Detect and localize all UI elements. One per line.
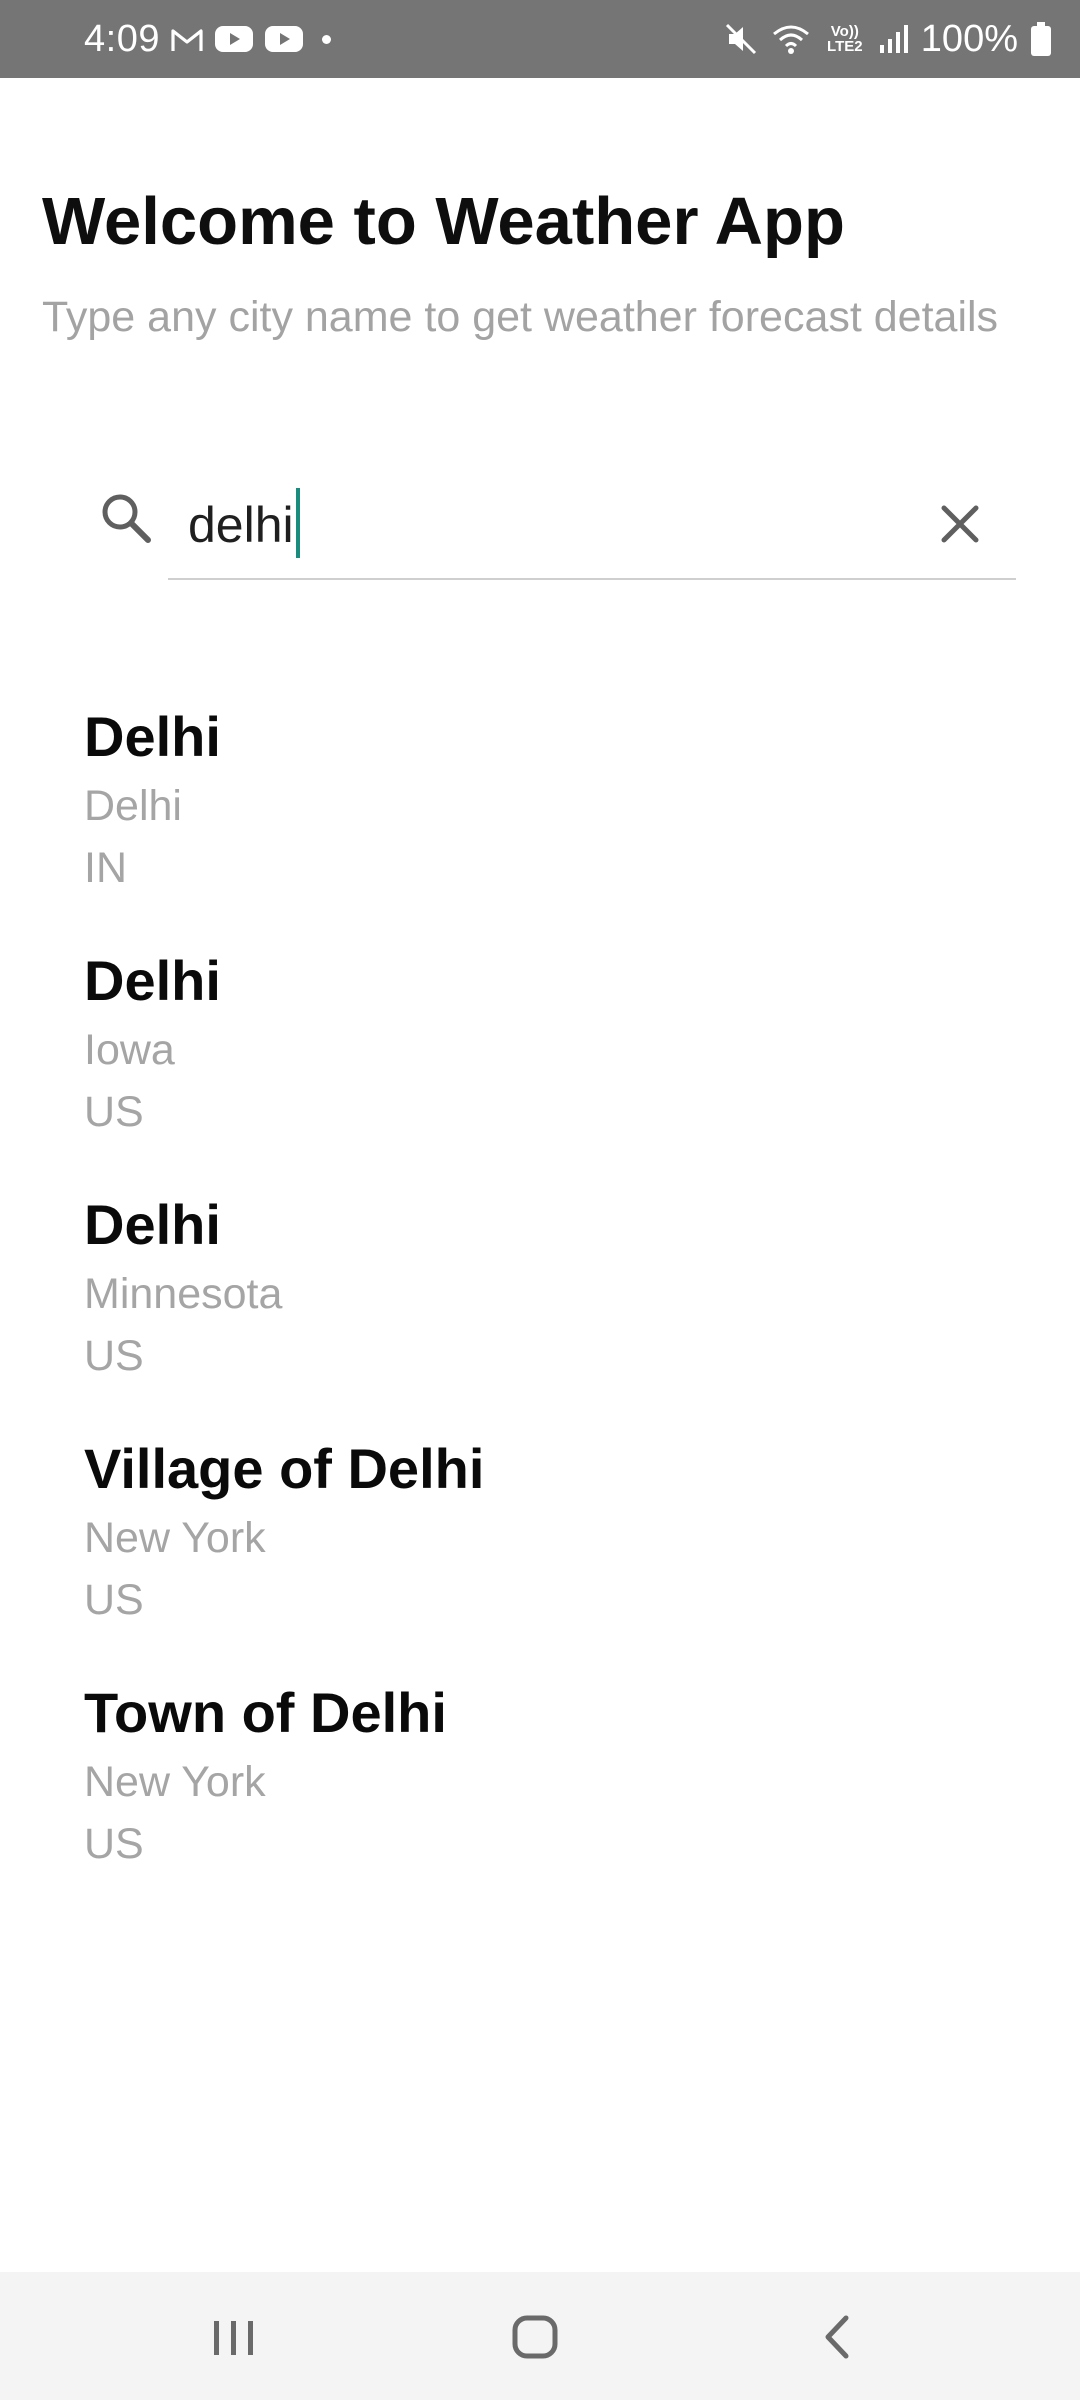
city-name: Delhi xyxy=(84,949,221,1012)
text-cursor xyxy=(295,488,300,558)
country-code: US xyxy=(84,1332,144,1380)
country-code: IN xyxy=(84,844,127,892)
region-name: New York xyxy=(84,1514,266,1562)
recent-apps-icon[interactable] xyxy=(199,2302,269,2372)
wifi-icon xyxy=(772,25,809,54)
search-results-list: Delhi Delhi IN Delhi Iowa US Delhi Minne… xyxy=(84,700,984,1920)
city-name: Delhi xyxy=(84,705,221,768)
list-item[interactable]: Village of Delhi New York US xyxy=(84,1432,984,1676)
status-bar: 4:09 Vo)) LTE2 100% xyxy=(0,0,1080,78)
country-code: US xyxy=(84,1820,144,1868)
city-name: Village of Delhi xyxy=(84,1437,485,1500)
city-name: Delhi xyxy=(84,1193,221,1256)
region-name: Minnesota xyxy=(84,1270,283,1318)
battery-percent: 100% xyxy=(920,18,1018,60)
mute-icon xyxy=(725,23,756,55)
status-time: 4:09 xyxy=(84,18,160,60)
home-icon[interactable] xyxy=(500,2302,570,2372)
navigation-bar xyxy=(0,2272,1080,2400)
region-name: New York xyxy=(84,1758,266,1806)
page-subtitle: Type any city name to get weather foreca… xyxy=(42,293,999,341)
network-label: Vo)) LTE2 xyxy=(827,23,863,55)
close-icon[interactable] xyxy=(932,496,988,552)
country-code: US xyxy=(84,1576,144,1624)
back-icon[interactable] xyxy=(803,2302,873,2372)
system-icons: Vo)) LTE2 100% xyxy=(723,14,1052,64)
notification-icons xyxy=(170,20,331,58)
country-code: US xyxy=(84,1088,144,1136)
region-name: Iowa xyxy=(84,1026,175,1074)
city-name: Town of Delhi xyxy=(84,1681,447,1744)
youtube-icon xyxy=(215,26,253,52)
list-item[interactable]: Delhi Minnesota US xyxy=(84,1188,984,1432)
search-input-value[interactable]: delhi xyxy=(188,488,300,558)
battery-icon xyxy=(1031,22,1051,56)
search-icon xyxy=(102,494,151,543)
gmail-icon xyxy=(171,29,203,51)
search-query: delhi xyxy=(188,497,294,553)
signal-icon xyxy=(879,25,908,53)
page-title: Welcome to Weather App xyxy=(42,184,845,259)
search-input[interactable]: delhi xyxy=(168,470,1016,580)
youtube-icon xyxy=(265,26,303,52)
region-name: Delhi xyxy=(84,782,182,830)
list-item[interactable]: Town of Delhi New York US xyxy=(84,1676,984,1920)
list-item[interactable]: Delhi Iowa US xyxy=(84,944,984,1188)
list-item[interactable]: Delhi Delhi IN xyxy=(84,700,984,944)
notification-dot xyxy=(322,34,331,44)
